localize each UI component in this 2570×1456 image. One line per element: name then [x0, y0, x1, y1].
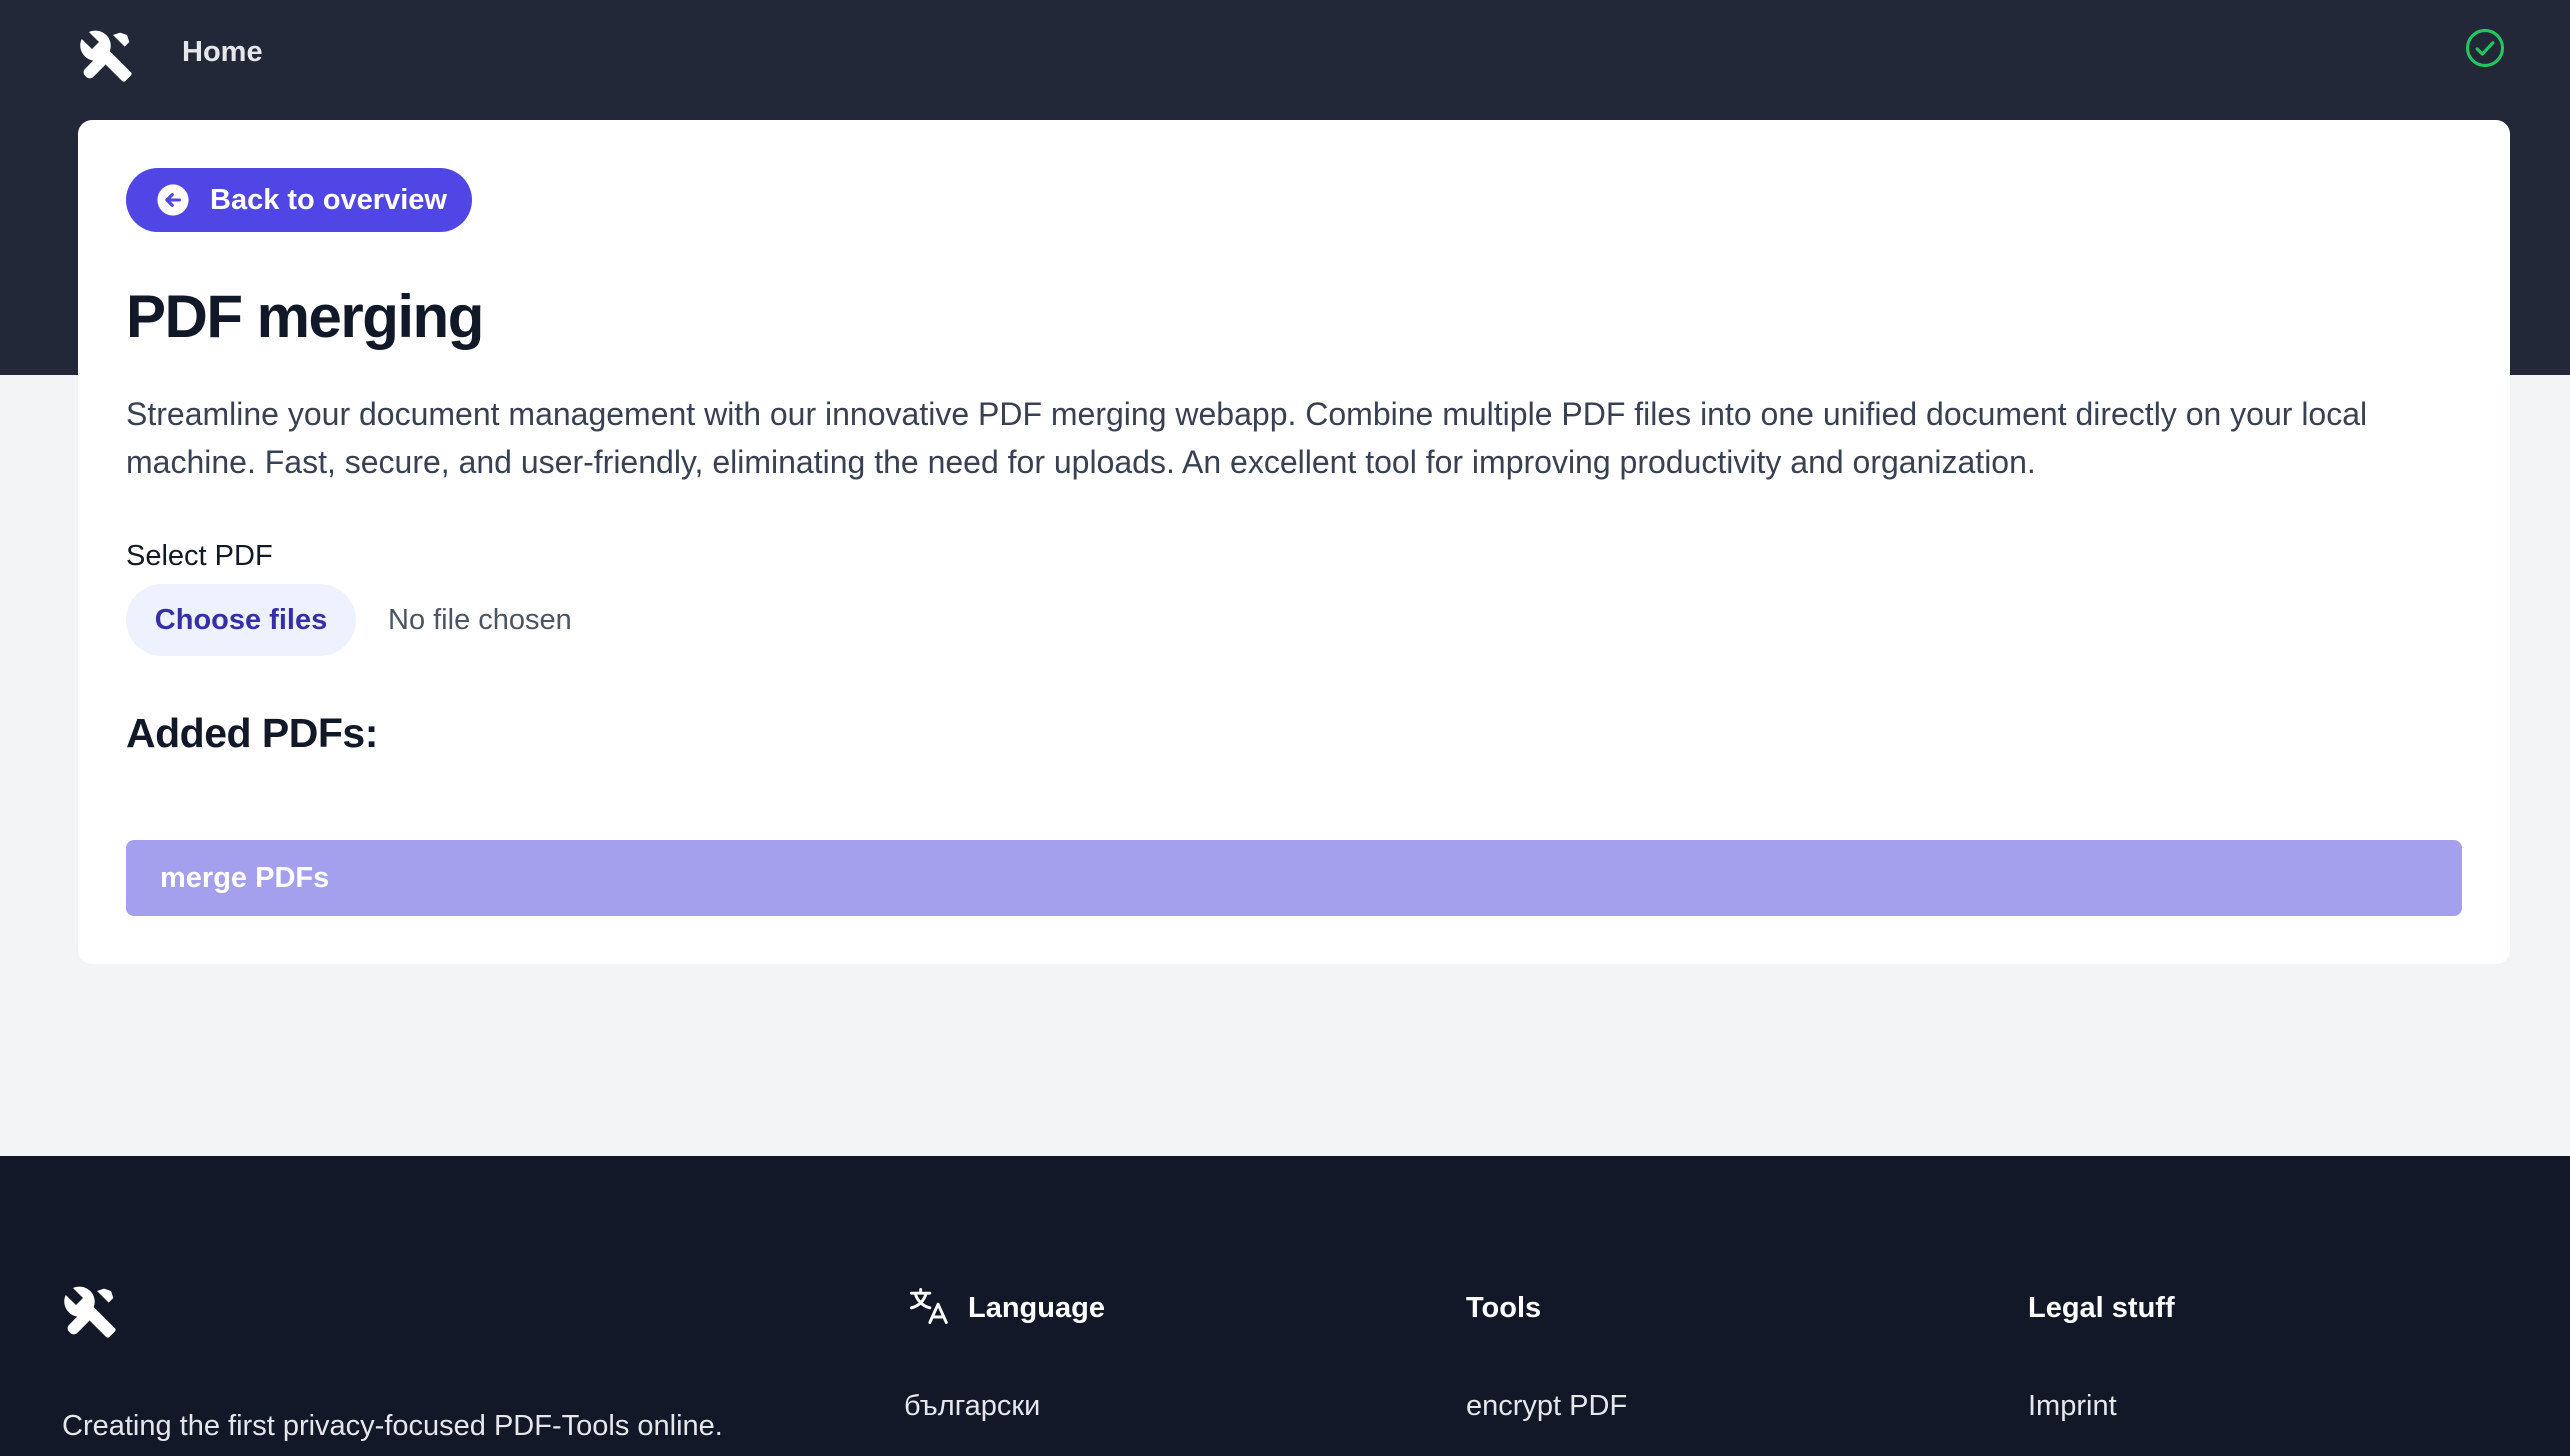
tools-icon[interactable] [62, 1284, 118, 1340]
select-pdf-label: Select PDF [126, 540, 273, 572]
footer-language-title: Language [968, 1292, 1105, 1324]
no-file-chosen-text: No file chosen [388, 603, 572, 636]
tool-description: Streamline your document management with… [126, 396, 2368, 480]
nav-home-link[interactable]: Home [182, 36, 263, 69]
footer: Creating the first privacy-focused PDF-T… [0, 1156, 2570, 1456]
top-nav: Home [0, 0, 2570, 110]
page-title: PDF merging [126, 283, 484, 350]
back-button-label: Back to overview [210, 183, 447, 216]
file-input[interactable]: Choose files No file chosen [126, 584, 572, 656]
footer-legal-title: Legal stuff [2028, 1292, 2175, 1324]
footer-legal-link[interactable]: Imprint [2028, 1390, 2117, 1423]
footer-language-link[interactable]: български [904, 1390, 1040, 1423]
footer-tagline: Creating the first privacy-focused PDF-T… [62, 1410, 723, 1442]
footer-tools-title: Tools [1466, 1292, 1542, 1324]
translate-icon [910, 1288, 948, 1324]
check-circle-icon [2465, 28, 2505, 68]
tools-icon[interactable] [78, 28, 134, 84]
added-pdfs-heading: Added PDFs: [126, 710, 378, 756]
merge-pdfs-button[interactable]: merge PDFs [126, 840, 2462, 916]
footer-tools-link[interactable]: encrypt PDF [1466, 1390, 1627, 1423]
back-to-overview-button[interactable]: Back to overview [126, 168, 472, 232]
arrow-left-circle-icon [157, 184, 189, 216]
tool-card: Back to overview PDF merging Streamline … [78, 120, 2510, 964]
choose-files-button[interactable]: Choose files [126, 584, 356, 656]
